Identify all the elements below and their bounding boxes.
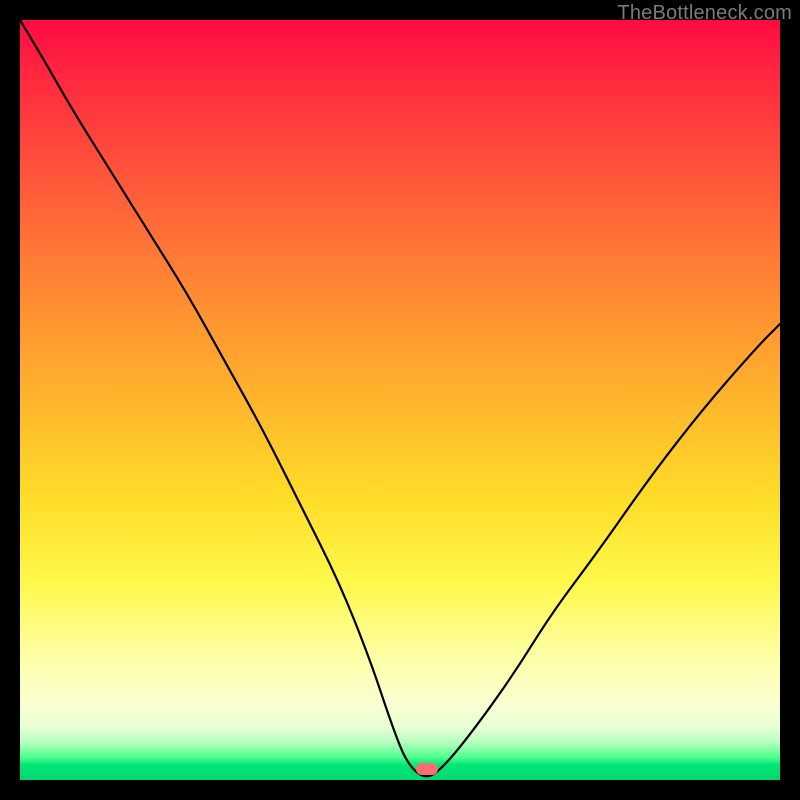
minimum-marker [416, 763, 438, 775]
watermark-text: TheBottleneck.com [617, 2, 792, 25]
chart-frame: TheBottleneck.com [0, 0, 800, 800]
bottleneck-curve [20, 20, 780, 780]
plot-area [20, 20, 780, 780]
curve-path [20, 20, 780, 776]
